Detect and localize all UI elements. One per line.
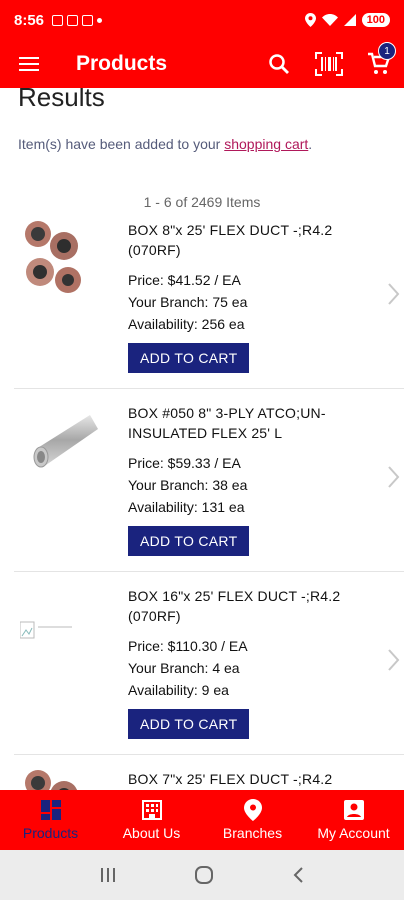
product-availability: Availability: 256 ea xyxy=(128,316,245,332)
product-name[interactable]: BOX #050 8" 3-PLY ATCO;UN-INSULATED FLEX… xyxy=(128,403,360,443)
add-to-cart-button[interactable]: ADD TO CART xyxy=(128,709,250,739)
location-icon xyxy=(304,13,316,27)
nav-my-account[interactable]: My Account xyxy=(303,790,404,850)
product-image xyxy=(25,770,78,790)
bottom-navigation: Products About Us Branches My Account xyxy=(0,790,404,850)
status-time: 8:56 xyxy=(14,11,45,29)
product-item[interactable]: BOX 7"x 25' FLEX DUCT -;R4.2 xyxy=(14,755,404,790)
search-button[interactable] xyxy=(254,40,304,88)
recent-apps-icon[interactable] xyxy=(99,867,117,883)
nav-branches[interactable]: Branches xyxy=(202,790,303,850)
product-item[interactable]: BOX 16"x 25' FLEX DUCT -;R4.2 (070RF) Pr… xyxy=(14,572,404,755)
building-icon xyxy=(141,800,162,820)
account-box-icon xyxy=(343,800,364,820)
results-content: Results Item(s) have been added to your … xyxy=(0,88,404,790)
chevron-right-icon[interactable] xyxy=(386,465,400,489)
more-notifications-icon xyxy=(97,17,103,23)
nav-about-us[interactable]: About Us xyxy=(101,790,202,850)
search-icon xyxy=(269,54,289,74)
barcode-scan-icon xyxy=(315,52,343,76)
signal-icon xyxy=(343,14,356,26)
product-name[interactable]: BOX 7"x 25' FLEX DUCT -;R4.2 xyxy=(128,769,360,789)
add-to-cart-button[interactable]: ADD TO CART xyxy=(128,343,250,373)
broken-image-icon xyxy=(20,621,72,639)
shopping-cart-link[interactable]: shopping cart xyxy=(224,136,308,152)
chevron-right-icon[interactable] xyxy=(386,648,400,672)
add-to-cart-button[interactable]: ADD TO CART xyxy=(128,526,250,556)
nav-about-us-label: About Us xyxy=(122,825,181,841)
page-title: Products xyxy=(76,52,168,75)
product-name[interactable]: BOX 8"x 25' FLEX DUCT -;R4.2 (070RF) xyxy=(128,220,360,260)
barcode-scan-button[interactable] xyxy=(304,40,354,88)
product-branch-stock: Your Branch: 4 ea xyxy=(128,660,240,676)
back-icon[interactable] xyxy=(291,866,305,884)
product-name[interactable]: BOX 16"x 25' FLEX DUCT -;R4.2 (070RF) xyxy=(128,586,360,626)
wifi-icon xyxy=(321,14,338,26)
status-bar: 8:56 100 xyxy=(0,0,404,40)
results-heading: Results xyxy=(18,88,105,112)
product-image xyxy=(33,415,98,468)
home-icon[interactable] xyxy=(194,865,214,885)
cart-message-text: Item(s) have been added to your xyxy=(18,136,225,152)
menu-icon[interactable] xyxy=(0,40,58,88)
product-price: Price: $110.30 / EA xyxy=(128,638,248,654)
screenshot-icon xyxy=(52,14,64,26)
location-pin-icon xyxy=(243,799,262,821)
nav-products[interactable]: Products xyxy=(0,790,101,850)
product-availability: Availability: 131 ea xyxy=(128,499,245,515)
product-image xyxy=(20,220,86,300)
cart-button[interactable]: 1 xyxy=(354,40,404,88)
app-icon xyxy=(82,14,94,26)
product-price: Price: $59.33 / EA xyxy=(128,455,241,471)
teams-icon xyxy=(67,14,79,26)
products-grid-icon xyxy=(40,800,61,820)
cart-added-message: Item(s) have been added to your shopping… xyxy=(18,136,312,152)
nav-branches-label: Branches xyxy=(222,825,283,841)
battery-indicator: 100 xyxy=(361,13,390,27)
product-branch-stock: Your Branch: 38 ea xyxy=(128,477,248,493)
cart-count-badge: 1 xyxy=(378,42,396,60)
app-bar: Products 1 xyxy=(0,40,404,88)
nav-my-account-label: My Account xyxy=(317,825,390,841)
cart-message-period: . xyxy=(308,136,313,152)
product-price: Price: $41.52 / EA xyxy=(128,272,241,288)
chevron-right-icon[interactable] xyxy=(386,282,400,306)
product-item[interactable]: BOX #050 8" 3-PLY ATCO;UN-INSULATED FLEX… xyxy=(14,389,404,572)
nav-products-label: Products xyxy=(22,825,79,841)
system-navigation-bar xyxy=(0,850,404,900)
product-item[interactable]: BOX 8"x 25' FLEX DUCT -;R4.2 (070RF) Pri… xyxy=(14,206,404,389)
notification-icons xyxy=(52,14,103,26)
product-branch-stock: Your Branch: 75 ea xyxy=(128,294,248,310)
product-availability: Availability: 9 ea xyxy=(128,682,229,698)
